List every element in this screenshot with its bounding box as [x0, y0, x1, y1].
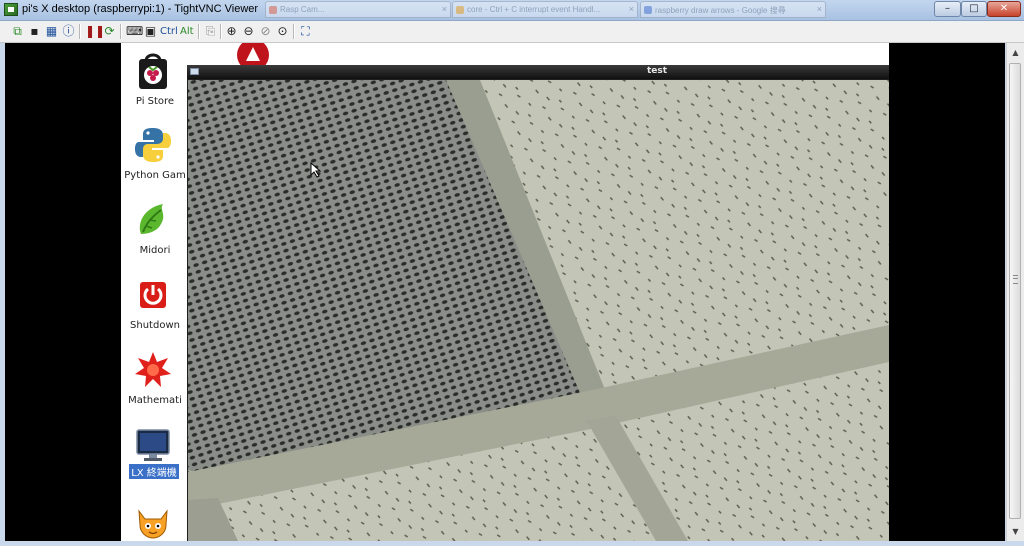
window-title: pi's X desktop (raspberrypi:1) - TightVN… [22, 3, 259, 15]
toolbar-separator [220, 24, 222, 39]
vnc-toolbar: ⧉ ▪ ▦ ⓘ ❚❚ ⟳ ⌨ ▣ Ctrl Alt ⎘ ⊕ ⊖ ⊘ ⊙ ⛶ [0, 21, 1024, 43]
desktop-icon-label: Midori [139, 245, 171, 256]
ctrl-key-button[interactable]: Ctrl [160, 24, 178, 39]
toolbar-separator [198, 24, 200, 39]
close-button[interactable]: ✕ [987, 1, 1021, 17]
mathematica-icon [135, 352, 171, 387]
scratch-icon [138, 509, 168, 539]
zoom-out-icon[interactable]: ⊖ [241, 24, 256, 39]
options-icon[interactable]: ▦ [44, 24, 59, 39]
vertical-scrollbar[interactable]: ▲ ▼ [1006, 43, 1024, 541]
test-window-title-bar[interactable]: test [187, 65, 889, 79]
ceiling-camera-image [188, 80, 889, 541]
tightvnc-app-icon[interactable] [4, 3, 18, 16]
toolbar-separator [293, 24, 295, 39]
zoom-fit-icon[interactable]: ⊙ [275, 24, 290, 39]
mouse-cursor-icon [310, 162, 322, 178]
desktop-icon-label: Python Gam [124, 170, 186, 181]
test-window-title: test [646, 66, 668, 76]
shutdown-icon [140, 282, 166, 308]
desktop-icon-label: LX 終端機 [129, 464, 179, 479]
lxterminal-icon [136, 429, 170, 461]
scroll-up-icon[interactable]: ▲ [1010, 47, 1021, 58]
clipboard-icon[interactable]: ⎘ [203, 24, 218, 39]
toolbar-separator [120, 24, 122, 39]
alt-key-button[interactable]: Alt [180, 24, 194, 39]
scroll-down-icon[interactable]: ▼ [1010, 526, 1021, 537]
save-icon[interactable]: ▪ [27, 24, 42, 39]
camera-feed-view [188, 80, 889, 541]
midori-icon [139, 204, 164, 234]
zoom-in-icon[interactable]: ⊕ [224, 24, 239, 39]
desktop-icon-label: Mathemati [128, 395, 182, 406]
pause-icon[interactable]: ❚❚ [85, 24, 105, 39]
remote-display[interactable]: Pi Store Python Gam Midori Shutdown Math… [5, 43, 1005, 541]
toolbar-separator [79, 24, 81, 39]
window-title-bar: pi's X desktop (raspberrypi:1) - TightVN… [0, 0, 1024, 21]
scroll-grip-icon [1013, 275, 1018, 284]
info-icon[interactable]: ⓘ [61, 24, 76, 39]
maximize-button[interactable]: □ [961, 1, 987, 17]
python-games-icon [135, 128, 171, 162]
fullscreen-icon[interactable]: ⛶ [298, 24, 313, 39]
test-window[interactable]: test [187, 65, 889, 541]
start-menu-icon[interactable]: ▣ [143, 24, 158, 39]
minimize-button[interactable]: – [934, 1, 961, 17]
background-tab[interactable]: raspberry draw arrows - Google 搜尋 [640, 1, 826, 18]
refresh-icon[interactable]: ⟳ [102, 24, 117, 39]
desktop-icon-label: Shutdown [130, 320, 180, 331]
partial-desktop-icon[interactable] [233, 43, 273, 65]
pi-store-icon [139, 53, 167, 89]
background-tab[interactable]: core - Ctrl + C interrupt event Handl... [452, 1, 638, 18]
new-connection-icon[interactable]: ⧉ [10, 24, 25, 39]
window-bottom-border [0, 541, 1024, 546]
scrollbar-thumb[interactable] [1009, 63, 1021, 519]
background-tab[interactable]: Rasp Cam... [265, 1, 451, 18]
send-ctrl-alt-del-icon[interactable]: ⌨ [126, 24, 143, 39]
desktop-icon-label: Pi Store [135, 96, 175, 107]
zoom-100-icon[interactable]: ⊘ [258, 24, 273, 39]
